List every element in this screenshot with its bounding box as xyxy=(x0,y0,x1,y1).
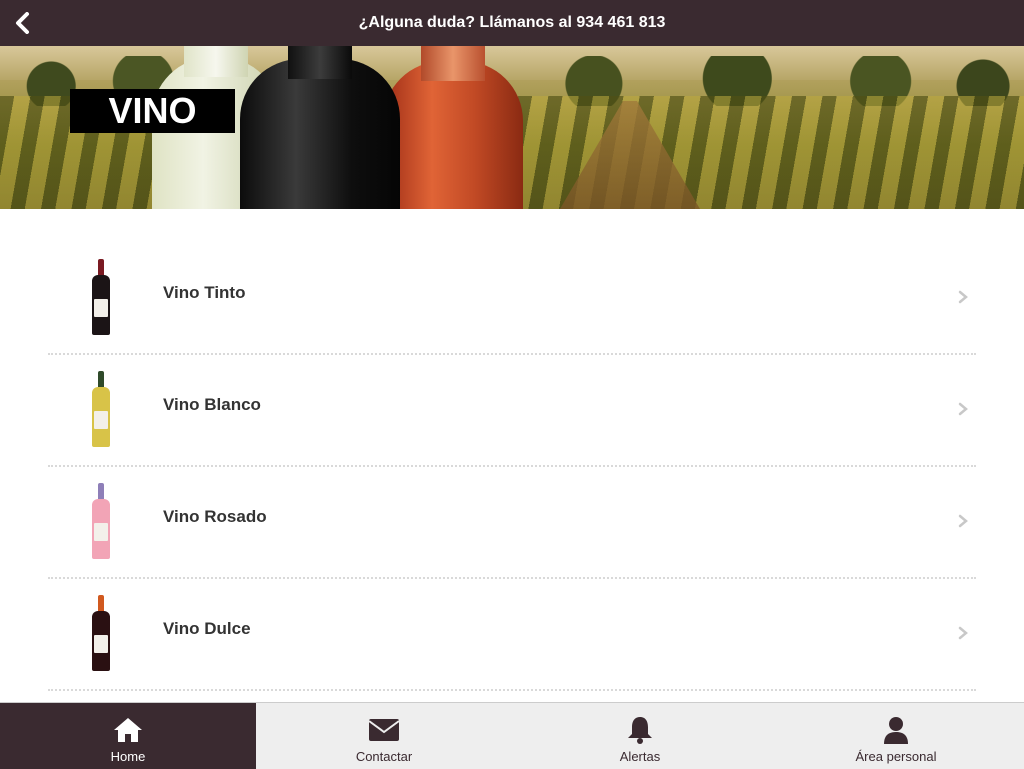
chevron-right-icon xyxy=(958,626,968,640)
chevron-right-icon xyxy=(958,402,968,416)
bell-icon xyxy=(628,717,652,744)
list-item-vino-dulce[interactable]: Vino Dulce xyxy=(48,579,976,691)
bottom-tab-bar: Home Contactar Alertas Área personal xyxy=(0,702,1024,769)
list-item-label: Vino Blanco xyxy=(163,395,261,414)
banner-title: VINO xyxy=(70,89,235,133)
home-icon xyxy=(114,718,142,742)
chevron-right-icon xyxy=(958,290,968,304)
header-title: ¿Alguna duda? Llámanos al 934 461 813 xyxy=(358,14,666,31)
tab-home[interactable]: Home xyxy=(0,703,256,769)
list-item-label: Vino Dulce xyxy=(163,619,251,638)
rose-wine-thumbnail xyxy=(88,483,114,561)
tab-alertas[interactable]: Alertas xyxy=(512,703,768,769)
list-item-label: Vino Rosado xyxy=(163,507,267,526)
list-item-vino-blanco[interactable]: Vino Blanco xyxy=(48,355,976,467)
tab-label: Área personal xyxy=(855,749,937,764)
tab-label: Home xyxy=(110,749,146,764)
user-icon xyxy=(884,717,908,744)
sweet-wine-thumbnail xyxy=(88,595,114,673)
list-item-vino-rosado[interactable]: Vino Rosado xyxy=(48,467,976,579)
list-item-label: Vino Tinto xyxy=(163,283,246,302)
envelope-icon xyxy=(368,719,400,741)
red-wine-thumbnail xyxy=(88,259,114,337)
tab-label: Contactar xyxy=(355,749,413,764)
top-header: ¿Alguna duda? Llámanos al 934 461 813 xyxy=(0,0,1024,46)
red-wine-bottle-image xyxy=(240,46,400,209)
rose-wine-bottle-image xyxy=(383,46,523,209)
chevron-right-icon xyxy=(958,514,968,528)
tab-contactar[interactable]: Contactar xyxy=(256,703,512,769)
white-wine-thumbnail xyxy=(88,371,114,449)
tab-label: Alertas xyxy=(619,749,661,764)
wine-category-list: Vino Tinto Vino Blanco Vino Rosado Vino … xyxy=(48,243,976,691)
list-item-vino-tinto[interactable]: Vino Tinto xyxy=(48,243,976,355)
tab-area-personal[interactable]: Área personal xyxy=(768,703,1024,769)
